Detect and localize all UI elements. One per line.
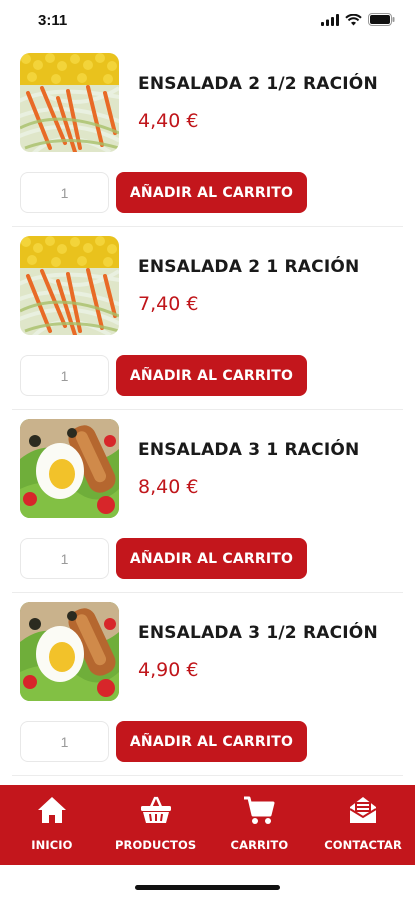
product-price: 8,40 € [138, 476, 199, 498]
nav-item-productos[interactable]: PRODUCTOS [104, 785, 208, 865]
nav-label: CONTACTAR [324, 838, 402, 852]
product-price: 4,40 € [138, 110, 199, 132]
quantity-input[interactable] [20, 355, 109, 396]
home-indicator[interactable] [135, 885, 280, 890]
battery-icon [368, 13, 395, 26]
product-name[interactable]: ENSALADA 3 1/2 RACIÓN [138, 623, 378, 643]
nav-label: CARRITO [230, 838, 289, 852]
product-price: 4,90 € [138, 659, 199, 681]
product-name[interactable]: ENSALADA 2 1/2 RACIÓN [138, 74, 378, 94]
add-to-cart-button[interactable]: AÑADIR AL CARRITO [116, 538, 307, 579]
status-bar: 3:11 [0, 0, 415, 44]
add-to-cart-button[interactable]: AÑADIR AL CARRITO [116, 355, 307, 396]
add-to-cart-button[interactable]: AÑADIR AL CARRITO [116, 721, 307, 762]
nav-item-carrito[interactable]: CARRITO [208, 785, 312, 865]
nav-item-contactar[interactable]: CONTACTAR [311, 785, 415, 865]
product-image[interactable] [20, 419, 119, 518]
status-icons [321, 13, 395, 26]
product-list: ENSALADA 2 1/2 RACIÓN 4,40 € AÑADIR AL C… [0, 44, 415, 776]
quantity-input[interactable] [20, 721, 109, 762]
product-item: ENSALADA 2 1 RACIÓN 7,40 € AÑADIR AL CAR… [0, 227, 415, 410]
wifi-icon [345, 13, 362, 25]
signal-icon [321, 13, 339, 26]
product-item: ENSALADA 2 1/2 RACIÓN 4,40 € AÑADIR AL C… [0, 44, 415, 227]
divider [12, 775, 403, 776]
nav-item-inicio[interactable]: INICIO [0, 785, 104, 865]
product-price: 7,40 € [138, 293, 199, 315]
product-image[interactable] [20, 602, 119, 701]
product-item: ENSALADA 3 1/2 RACIÓN 4,90 € AÑADIR AL C… [0, 593, 415, 776]
nav-label: PRODUCTOS [115, 838, 197, 852]
basket-icon [140, 796, 171, 823]
product-item: ENSALADA 3 1 RACIÓN 8,40 € AÑADIR AL CAR… [0, 410, 415, 593]
cart-icon [244, 796, 275, 824]
quantity-input[interactable] [20, 538, 109, 579]
product-name[interactable]: ENSALADA 2 1 RACIÓN [138, 257, 359, 277]
bottom-nav: INICIO PRODUCTOS CARRITO CONTACTAR [0, 785, 415, 865]
product-image[interactable] [20, 236, 119, 335]
status-time: 3:11 [38, 12, 68, 29]
nav-label: INICIO [31, 838, 73, 852]
add-to-cart-button[interactable]: AÑADIR AL CARRITO [116, 172, 307, 213]
home-icon [37, 797, 66, 823]
quantity-input[interactable] [20, 172, 109, 213]
mail-icon [349, 797, 377, 823]
product-name[interactable]: ENSALADA 3 1 RACIÓN [138, 440, 359, 460]
product-image[interactable] [20, 53, 119, 152]
